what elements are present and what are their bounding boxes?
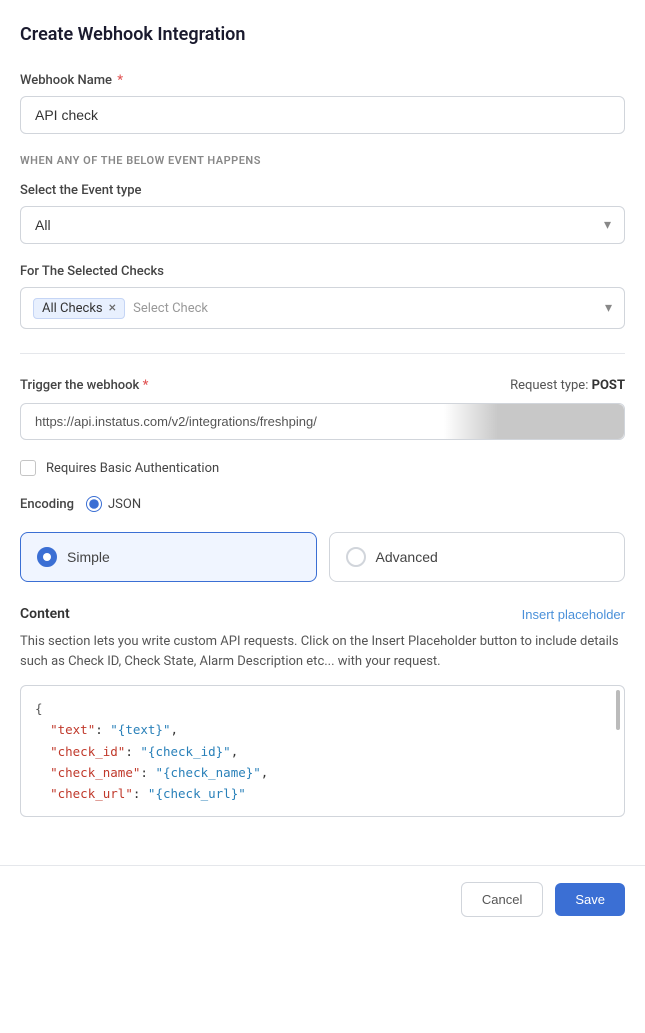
- advanced-mode-label: Advanced: [376, 549, 438, 565]
- webhook-url-input[interactable]: [20, 403, 625, 440]
- mode-buttons: Simple Advanced: [20, 532, 625, 582]
- url-input-wrapper: [20, 403, 625, 440]
- page-container: Create Webhook Integration Webhook Name …: [0, 0, 645, 857]
- encoding-radio-group: JSON: [86, 496, 141, 512]
- simple-mode-button[interactable]: Simple: [20, 532, 317, 582]
- code-content: { "text": "{text}", "check_id": "{check_…: [35, 698, 610, 804]
- section-divider: [20, 353, 625, 354]
- scrollbar[interactable]: [616, 690, 620, 730]
- cancel-button[interactable]: Cancel: [461, 882, 543, 917]
- all-checks-tag-close-icon[interactable]: ×: [109, 301, 116, 315]
- encoding-row: Encoding JSON: [20, 496, 625, 512]
- trigger-group: Trigger the webhook * Request type: POST: [20, 378, 625, 440]
- content-section: Content Insert placeholder This section …: [20, 606, 625, 817]
- simple-mode-radio-icon: [37, 547, 57, 567]
- encoding-json-label: JSON: [108, 497, 141, 512]
- event-section-subtitle: WHEN ANY OF THE BELOW EVENT HAPPENS: [20, 154, 625, 167]
- all-checks-tag: All Checks ×: [33, 298, 125, 319]
- basic-auth-label: Requires Basic Authentication: [46, 461, 219, 476]
- checks-chevron-icon: ▾: [605, 300, 612, 316]
- select-check-placeholder: Select Check: [133, 301, 208, 316]
- encoding-label: Encoding: [20, 497, 74, 512]
- simple-mode-label: Simple: [67, 549, 110, 565]
- advanced-mode-button[interactable]: Advanced: [329, 532, 626, 582]
- basic-auth-row: Requires Basic Authentication: [20, 460, 625, 476]
- event-type-select[interactable]: All Up Down Degraded: [20, 206, 625, 244]
- webhook-header: Trigger the webhook * Request type: POST: [20, 378, 625, 393]
- page-title: Create Webhook Integration: [20, 24, 625, 45]
- basic-auth-checkbox[interactable]: [20, 460, 36, 476]
- checks-group: For The Selected Checks All Checks × Sel…: [20, 264, 625, 329]
- trigger-label: Trigger the webhook *: [20, 378, 148, 393]
- checks-selector[interactable]: All Checks × Select Check ▾: [20, 287, 625, 329]
- encoding-json-radio[interactable]: [86, 496, 102, 512]
- content-title: Content: [20, 606, 70, 622]
- webhook-name-input[interactable]: [20, 96, 625, 134]
- code-editor[interactable]: { "text": "{text}", "check_id": "{check_…: [20, 685, 625, 817]
- save-button[interactable]: Save: [555, 883, 625, 916]
- checks-label: For The Selected Checks: [20, 264, 625, 279]
- event-type-wrapper: All Up Down Degraded ▾: [20, 206, 625, 244]
- advanced-mode-radio-icon: [346, 547, 366, 567]
- bottom-bar: Cancel Save: [0, 865, 645, 933]
- event-section: WHEN ANY OF THE BELOW EVENT HAPPENS Sele…: [20, 154, 625, 244]
- content-header: Content Insert placeholder: [20, 606, 625, 622]
- content-description: This section lets you write custom API r…: [20, 632, 625, 671]
- webhook-name-label: Webhook Name *: [20, 73, 625, 88]
- request-type: Request type: POST: [510, 378, 625, 393]
- webhook-name-group: Webhook Name *: [20, 73, 625, 134]
- event-type-label: Select the Event type: [20, 183, 625, 198]
- insert-placeholder-button[interactable]: Insert placeholder: [522, 607, 625, 622]
